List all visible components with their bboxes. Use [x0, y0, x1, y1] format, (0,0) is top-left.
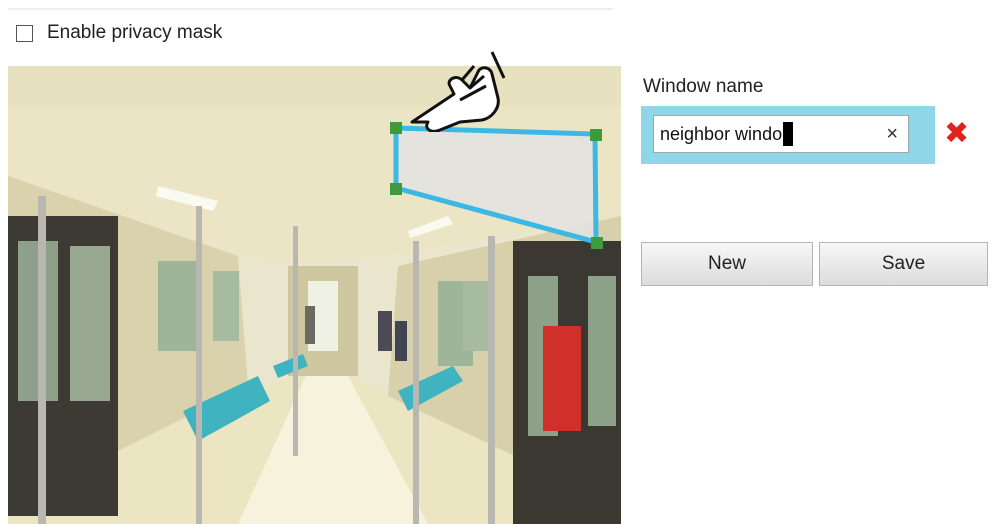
top-divider — [8, 8, 613, 10]
new-button[interactable]: New — [641, 242, 813, 286]
camera-view[interactable] — [8, 66, 621, 524]
window-name-value[interactable]: neighbor windo — [660, 124, 782, 145]
window-name-input[interactable]: neighbor windo × — [653, 115, 909, 153]
enable-privacy-mask-label[interactable]: Enable privacy mask — [47, 22, 222, 44]
window-name-label: Window name — [643, 76, 764, 97]
save-button[interactable]: Save — [819, 242, 988, 286]
pointing-hand-icon — [410, 51, 506, 132]
camera-scene — [8, 66, 621, 524]
delete-icon[interactable]: ✖ — [944, 119, 969, 149]
window-name-field-highlight: neighbor windo × — [641, 106, 935, 164]
text-cursor — [783, 122, 794, 146]
privacy-mask-row[interactable]: Enable privacy mask — [16, 22, 222, 44]
enable-privacy-mask-checkbox[interactable] — [16, 24, 33, 42]
clear-icon[interactable]: × — [886, 123, 898, 145]
